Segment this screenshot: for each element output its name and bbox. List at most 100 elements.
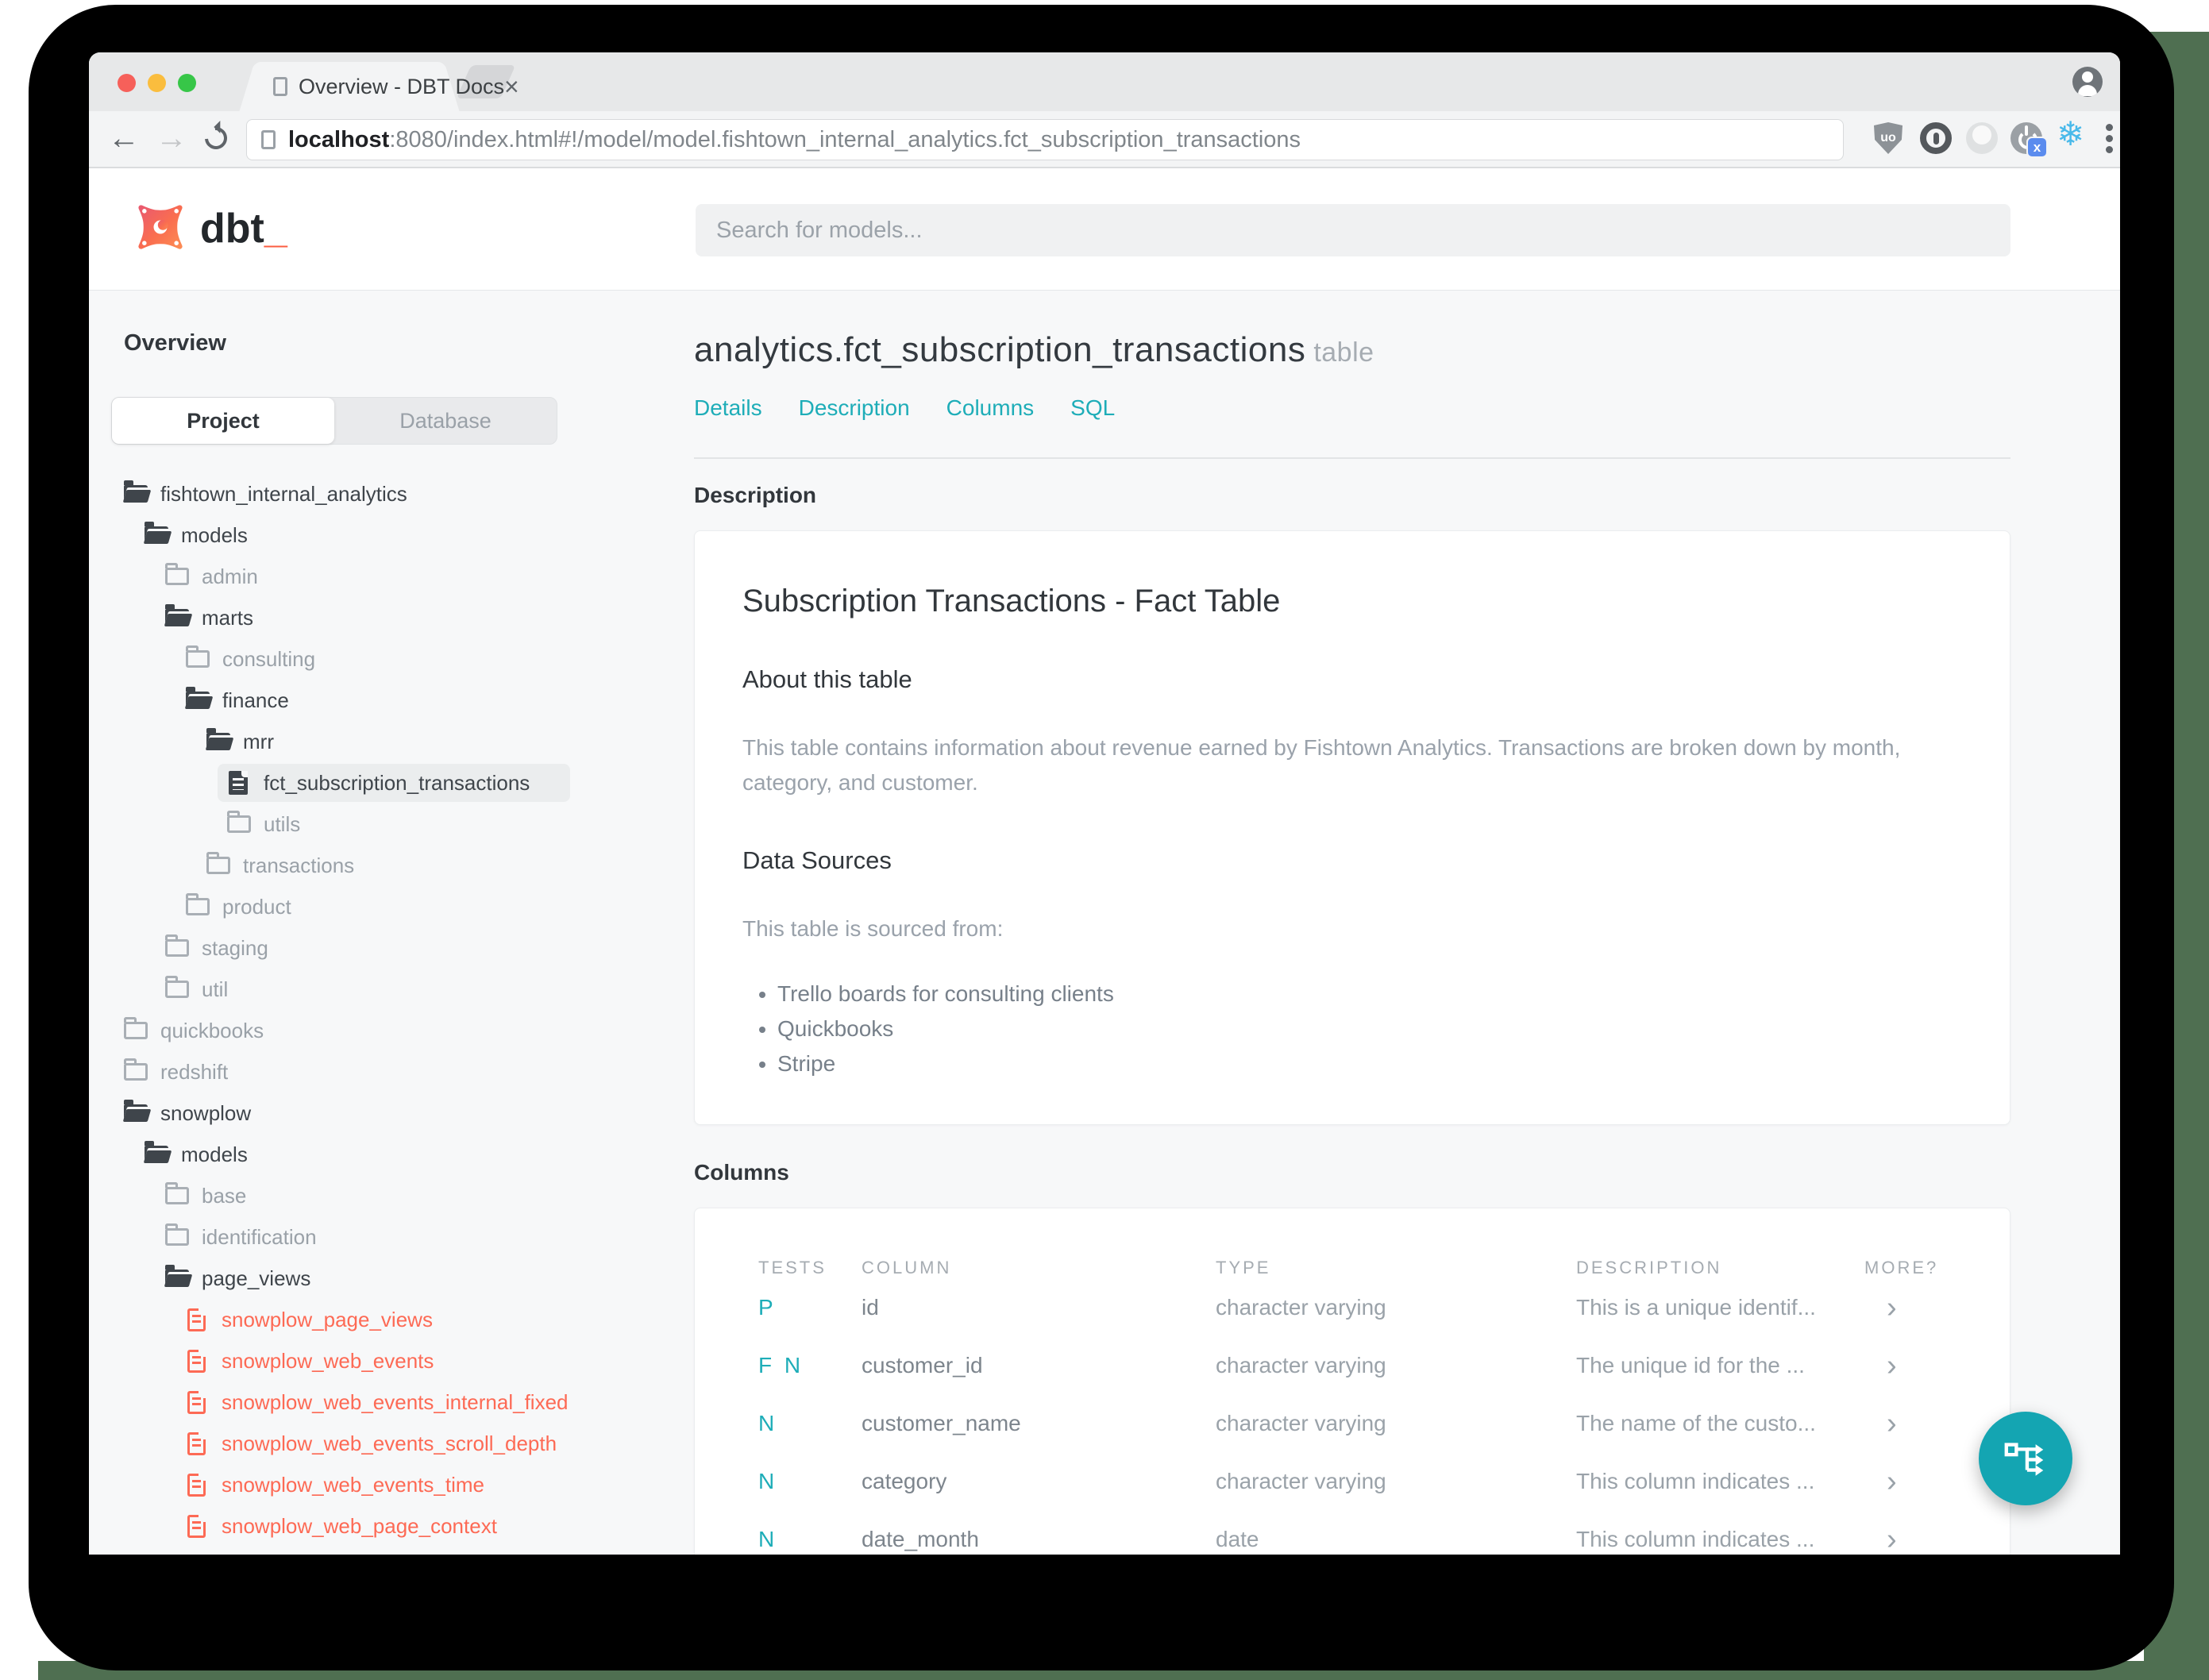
overflow-menu-icon[interactable] (2106, 124, 2113, 131)
address-bar[interactable]: localhost:8080/index.html#!/model/model.… (246, 119, 1844, 160)
doc-title: Subscription Transactions - Fact Table (742, 584, 1281, 618)
search-input[interactable] (696, 204, 2010, 256)
profile-avatar-icon[interactable] (2072, 67, 2103, 97)
about-text: This table contains information about re… (742, 735, 1901, 795)
tree-item[interactable]: marts (89, 597, 645, 638)
tree-item[interactable]: finance (89, 680, 645, 721)
tree-item[interactable]: snowplow_page_views (89, 1299, 645, 1340)
folder-closed-icon (124, 1058, 148, 1081)
tree-item-label: product (222, 894, 291, 919)
model-file-icon (187, 1349, 206, 1373)
close-window-button[interactable] (118, 74, 136, 92)
tests-badge: N (758, 1410, 778, 1435)
tree-item[interactable]: fishtown_internal_analytics (89, 473, 645, 514)
tree-item-label: redshift (160, 1059, 229, 1084)
tree-item-label: transactions (243, 853, 355, 877)
expand-chevron-icon[interactable]: › (1864, 1293, 1946, 1323)
sidebar-title: Overview (124, 330, 226, 356)
forward-button[interactable]: → (156, 119, 187, 157)
column-name: customer_name (862, 1410, 1021, 1435)
tab-database[interactable]: Database (334, 398, 557, 444)
tree-item[interactable]: page_views (89, 1258, 645, 1299)
tree-item-label: identification (202, 1224, 317, 1249)
tree-item-label: models (181, 1142, 248, 1166)
tree-item[interactable]: snowplow_web_page_context (89, 1505, 645, 1547)
tree-item[interactable]: snowplow_web_events_scroll_depth (89, 1423, 645, 1464)
tree-item[interactable]: transactions (89, 845, 645, 886)
anchor-nav: Details Description Columns SQL (694, 395, 2010, 421)
tree-item-label: snowplow_web_events_internal_fixed (222, 1389, 569, 1414)
model-file-icon (187, 1473, 206, 1497)
back-button[interactable]: ← (108, 119, 140, 157)
columns-section-heading: Columns (694, 1160, 789, 1185)
tree-item[interactable]: util (89, 969, 645, 1010)
snowflake-icon[interactable]: ❄ (2057, 118, 2084, 151)
browser-tab[interactable]: Overview - DBT Docs × (259, 62, 519, 111)
folder-open-icon (165, 604, 189, 626)
tree-item[interactable]: identification (89, 1216, 645, 1258)
columns-table-body: P id character varying This is a unique … (758, 1278, 1946, 1555)
zoom-window-button[interactable] (178, 74, 196, 92)
reload-button[interactable] (200, 122, 232, 154)
anchor-link[interactable]: SQL (1070, 395, 1115, 421)
tree-item[interactable]: snowplow_web_events_time (89, 1464, 645, 1505)
expand-chevron-icon[interactable]: › (1864, 1466, 1946, 1497)
model-file-icon (187, 1390, 206, 1414)
tree-item-label: utils (264, 811, 301, 836)
model-file-icon (187, 1431, 206, 1455)
folder-closed-icon (165, 1182, 189, 1204)
column-description: The name of the custo... (1576, 1410, 1816, 1435)
anchor-link[interactable]: Details (694, 395, 762, 421)
ublock-shield-icon[interactable]: uo (1874, 122, 1903, 154)
dbt-logo-icon[interactable] (133, 200, 187, 258)
tree-item[interactable]: product (89, 886, 645, 927)
column-description: This column indicates ... (1576, 1468, 1815, 1493)
tree-item[interactable]: admin (89, 556, 645, 597)
anchor-link[interactable]: Description (799, 395, 910, 421)
tree-item[interactable]: fct_subscription_transactions (218, 764, 570, 802)
tree-item[interactable]: snowplow (89, 1092, 645, 1134)
source-item: Stripe (777, 1046, 1962, 1081)
expand-chevron-icon[interactable]: › (1864, 1351, 1946, 1381)
page-icon (261, 130, 276, 149)
sidebar: Overview Project Database fishtown_inter… (89, 291, 645, 1555)
tree-item[interactable]: models (89, 1134, 645, 1175)
app-content: Overview Project Database fishtown_inter… (89, 291, 2120, 1555)
tree-item[interactable]: staging (89, 927, 645, 969)
table-row[interactable]: F N customer_id character varying The un… (758, 1336, 1946, 1394)
table-row[interactable]: N date_month date This column indicates … (758, 1510, 1946, 1555)
table-row[interactable]: N category character varying This column… (758, 1452, 1946, 1510)
tree-item-label: base (202, 1183, 247, 1208)
column-header: DESCRIPTION (1576, 1258, 1722, 1277)
tree-item[interactable]: mrr (89, 721, 645, 762)
tree-item[interactable]: consulting (89, 638, 645, 680)
column-description: This is a unique identif... (1576, 1294, 1816, 1320)
expand-chevron-icon[interactable]: › (1864, 1524, 1946, 1555)
model-file-icon (187, 1308, 206, 1331)
onepassword-icon[interactable] (1920, 122, 1952, 154)
tree-item-label: util (202, 977, 229, 1001)
dbt-wordmark: dbt_ (200, 206, 287, 252)
tree-item[interactable]: quickbooks (89, 1010, 645, 1051)
expand-chevron-icon[interactable]: › (1864, 1408, 1946, 1439)
column-name: date_month (862, 1526, 979, 1551)
tab-project[interactable]: Project (112, 398, 334, 444)
folder-open-icon (145, 1141, 168, 1163)
table-row[interactable]: P id character varying This is a unique … (758, 1278, 1946, 1336)
tree-item[interactable]: models (89, 514, 645, 556)
tree-item[interactable]: utils (89, 803, 645, 845)
browser-titlebar: Overview - DBT Docs × (89, 52, 2120, 111)
anchor-link[interactable]: Columns (946, 395, 1034, 421)
tree-item[interactable]: snowplow_web_events_internal_fixed (89, 1381, 645, 1423)
tree-item[interactable]: base (89, 1175, 645, 1216)
lineage-graph-button[interactable] (1979, 1412, 2072, 1505)
table-row[interactable]: N customer_name character varying The na… (758, 1394, 1946, 1452)
description-section-heading: Description (694, 483, 817, 507)
faded-circle-icon[interactable] (1966, 122, 1998, 154)
tree-item[interactable]: snowplow_web_events (89, 1340, 645, 1381)
tab-close-icon[interactable]: × (504, 74, 519, 99)
column-header: TESTS (758, 1258, 827, 1277)
minimize-window-button[interactable] (148, 74, 166, 92)
tree-item[interactable]: redshift (89, 1051, 645, 1092)
column-description: The unique id for the ... (1576, 1352, 1805, 1378)
